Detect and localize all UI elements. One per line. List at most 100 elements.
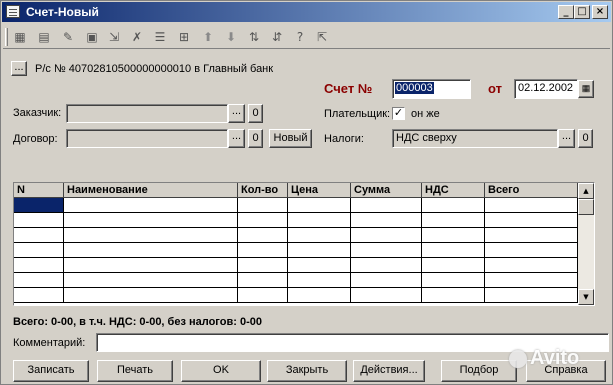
date-field[interactable]: 02.12.2002 xyxy=(514,79,578,99)
toolbar-grip[interactable] xyxy=(5,28,8,46)
table-cell[interactable] xyxy=(288,273,351,288)
column-header-total[interactable]: Всего xyxy=(485,183,578,198)
table-cell[interactable] xyxy=(288,258,351,273)
table-cell[interactable] xyxy=(485,288,578,303)
tree-icon[interactable]: ⊞ xyxy=(175,29,193,45)
select-items-button[interactable]: Подбор xyxy=(441,360,517,382)
table-cell[interactable] xyxy=(485,243,578,258)
table-cell[interactable] xyxy=(64,213,238,228)
help-icon[interactable]: ? xyxy=(291,29,309,45)
contract-select-button[interactable]: ... xyxy=(228,129,245,148)
sort-desc-icon[interactable]: ⇵ xyxy=(268,29,286,45)
table-cell[interactable] xyxy=(64,258,238,273)
actions-button[interactable]: Действия... xyxy=(353,360,425,382)
table-cell[interactable] xyxy=(288,243,351,258)
column-header-qty[interactable]: Кол-во xyxy=(238,183,288,198)
table-cell[interactable] xyxy=(485,213,578,228)
table-cell[interactable] xyxy=(238,273,288,288)
sort-asc-icon[interactable]: ⇅ xyxy=(245,29,263,45)
table-cell[interactable] xyxy=(14,228,64,243)
table-cell[interactable] xyxy=(422,198,485,213)
table-cell[interactable] xyxy=(351,198,422,213)
mark-icon[interactable]: ✗ xyxy=(128,29,146,45)
table-cell[interactable] xyxy=(14,273,64,288)
table-cell[interactable] xyxy=(238,213,288,228)
table-cell[interactable] xyxy=(238,258,288,273)
table-cell[interactable] xyxy=(14,213,64,228)
new-contract-button[interactable]: Новый xyxy=(269,129,312,148)
account-select-button[interactable]: ... xyxy=(11,61,27,76)
table-cell[interactable] xyxy=(14,288,64,303)
payer-checkbox[interactable]: ✓ xyxy=(392,107,405,120)
table-cell[interactable] xyxy=(14,198,64,213)
group-icon[interactable]: ☰ xyxy=(151,29,169,45)
table-cell[interactable] xyxy=(64,228,238,243)
contract-field[interactable] xyxy=(66,129,228,148)
table-cell[interactable] xyxy=(485,258,578,273)
table-cell[interactable] xyxy=(288,288,351,303)
table-cell[interactable] xyxy=(288,198,351,213)
table-cell[interactable] xyxy=(485,273,578,288)
table-cell[interactable] xyxy=(64,198,238,213)
delete-row-icon[interactable]: ▣ xyxy=(83,29,101,45)
calendar-button[interactable]: ▦ xyxy=(578,80,594,98)
customer-select-button[interactable]: ... xyxy=(228,104,245,123)
ok-button[interactable]: OK xyxy=(181,360,261,382)
column-header-price[interactable]: Цена xyxy=(288,183,351,198)
table-cell[interactable] xyxy=(351,273,422,288)
table-cell[interactable] xyxy=(238,198,288,213)
table-cell[interactable] xyxy=(422,243,485,258)
table-cell[interactable] xyxy=(14,258,64,273)
column-header-vat[interactable]: НДС xyxy=(422,183,485,198)
table-cell[interactable] xyxy=(64,273,238,288)
table-cell[interactable] xyxy=(422,288,485,303)
minimize-button[interactable]: _ xyxy=(558,5,574,19)
table-cell[interactable] xyxy=(14,243,64,258)
customer-field[interactable] xyxy=(66,104,228,123)
new-row-icon[interactable]: ▦ xyxy=(11,29,29,45)
table-cell[interactable] xyxy=(485,198,578,213)
table-cell[interactable] xyxy=(351,258,422,273)
scroll-up-button[interactable]: ▲ xyxy=(578,183,594,199)
table-cell[interactable] xyxy=(238,228,288,243)
table-cell[interactable] xyxy=(64,288,238,303)
table-cell[interactable] xyxy=(288,228,351,243)
edit-row-icon[interactable]: ✎ xyxy=(59,29,77,45)
table-cell[interactable] xyxy=(422,228,485,243)
close-button[interactable]: × xyxy=(592,5,608,19)
table-cell[interactable] xyxy=(422,273,485,288)
taxes-field[interactable]: НДС сверху xyxy=(392,129,558,148)
table-cell[interactable] xyxy=(288,213,351,228)
up-arrow-icon[interactable]: ⬆ xyxy=(199,29,217,45)
scroll-thumb[interactable] xyxy=(578,199,594,215)
scroll-down-button[interactable]: ▼ xyxy=(578,289,594,305)
table-scrollbar[interactable]: ▲ ▼ xyxy=(578,183,594,305)
taxes-select-button[interactable]: ... xyxy=(558,129,575,148)
copy-row-icon[interactable]: ▤ xyxy=(35,29,53,45)
customer-clear-button[interactable]: 0 xyxy=(248,104,263,123)
taxes-clear-button[interactable]: 0 xyxy=(578,129,593,148)
items-table[interactable]: N Наименование Кол-во Цена Сумма НДС Все… xyxy=(13,182,595,306)
table-cell[interactable] xyxy=(238,288,288,303)
print-button[interactable]: Печать xyxy=(97,360,173,382)
down-arrow-icon[interactable]: ⬇ xyxy=(222,29,240,45)
table-cell[interactable] xyxy=(351,228,422,243)
maximize-button[interactable]: □ xyxy=(574,5,590,19)
table-cell[interactable] xyxy=(351,213,422,228)
invoice-number-field[interactable]: 000003 xyxy=(392,79,471,99)
close-form-button[interactable]: Закрыть xyxy=(267,360,347,382)
record-button[interactable]: Записать xyxy=(13,360,89,382)
table-cell[interactable] xyxy=(351,288,422,303)
table-cell[interactable] xyxy=(485,228,578,243)
column-header-sum[interactable]: Сумма xyxy=(351,183,422,198)
table-cell[interactable] xyxy=(238,243,288,258)
contract-clear-button[interactable]: 0 xyxy=(248,129,263,148)
table-cell[interactable] xyxy=(422,213,485,228)
column-header-n[interactable]: N xyxy=(14,183,64,198)
table-cell[interactable] xyxy=(422,258,485,273)
what-is-icon[interactable]: ⇱ xyxy=(313,29,331,45)
move-icon[interactable]: ⇲ xyxy=(105,29,123,45)
table-cell[interactable] xyxy=(64,243,238,258)
column-header-name[interactable]: Наименование xyxy=(64,183,238,198)
table-cell[interactable] xyxy=(351,243,422,258)
